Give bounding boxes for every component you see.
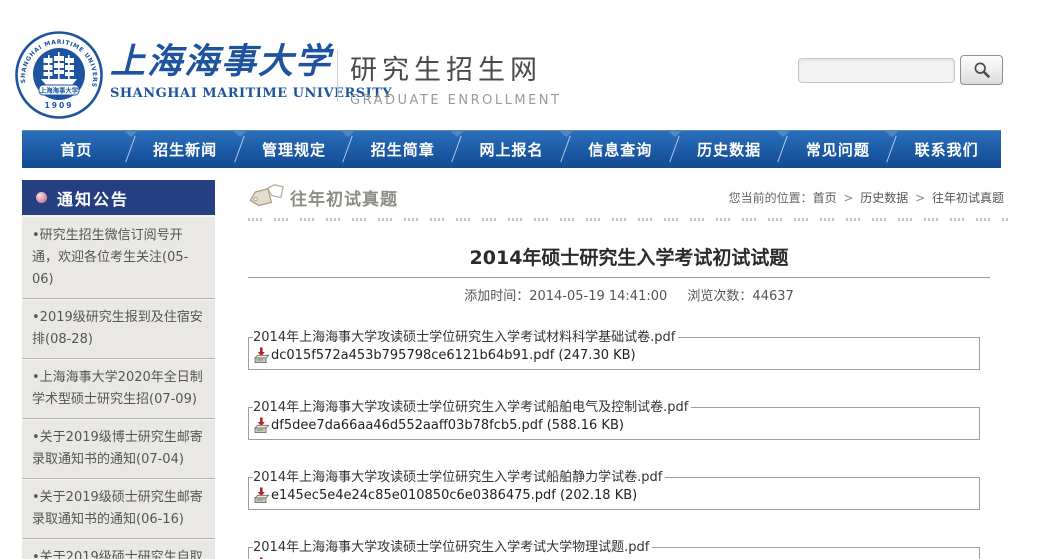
article-view-count: 浏览次数：44637 [687,289,793,304]
title-rule [248,277,990,278]
nav-item[interactable]: 信息查询 [566,130,675,168]
breadcrumb-separator [1004,191,1010,205]
site-title-cn: 研究生招生网 [350,48,561,87]
site-title-en: GRADUATE ENROLLMENT [350,93,561,108]
notice-link[interactable]: •2019级研究生报到及住宿安排(08-28) [32,310,203,347]
attachment-title: 2014年上海海事大学攻读硕士学位研究生入学考试船舶电气及控制试卷.pdf [253,400,691,415]
download-icon [253,347,270,364]
nav-item[interactable]: 常见问题 [783,130,892,168]
notice-list-item[interactable]: •上海海事大学2020年全日制学术型硕士研究生招(07-09) [22,359,215,419]
attachment-list: 2014年上海海事大学攻读硕士学位研究生入学考试材料科学基础试卷.pdf dc0… [248,330,980,559]
nav-item-label[interactable]: 管理规定 [262,139,326,160]
section-header: 往年初试真题 您当前的位置：首页 > 历史数据 > 往年初试真题 [248,184,1010,210]
attachment-file-row: dc015f572a453b795798ce6121b64b91.pdf (24… [253,347,973,364]
article-title: 2014年硕士研究生入学考试初试试题 [248,243,1010,270]
notice-list-item[interactable]: •关于2019级博士研究生邮寄录取通知书的通知(07-04) [22,419,215,479]
nav-item-label[interactable]: 网上报名 [480,139,544,160]
university-name-cn: 上海海事大学 [110,40,335,84]
nav-item[interactable]: 联系我们 [892,130,1001,168]
dashed-divider [248,218,1010,221]
attachment-box: 2014年上海海事大学攻读硕士学位研究生入学考试船舶电气及控制试卷.pdf df… [248,400,980,440]
university-name-block: 上海海事大学 SHANGHAI MARITIME UNIVERSITY [110,40,335,101]
main-content: 往年初试真题 您当前的位置：首页 > 历史数据 > 往年初试真题 2014年硕士… [248,184,1010,559]
nav-list: 首页 招生新闻 管理规定 招生简章 网上报名 信息 [22,130,1001,168]
article-meta: 添加时间：2014-05-19 14:41:00 浏览次数：44637 [248,285,1010,304]
seal-year-text: 1909 [45,101,74,110]
breadcrumb-link[interactable]: 历史数据 [860,191,908,205]
search-button[interactable] [960,55,1003,85]
tags-icon [248,184,284,210]
attachment-file-row: df5dee7da66aa46d552aaff03b78fcb5.pdf (58… [253,417,973,434]
breadcrumb-prefix: 您当前的位置： [729,191,813,205]
breadcrumb-separator: > [837,191,861,205]
notice-list-item[interactable]: •关于2019级硕士研究生自取录取通知书的通知（仅(06-14) [22,539,215,559]
download-icon [253,417,270,434]
nav-item[interactable]: 历史数据 [675,130,784,168]
site-title-block: 研究生招生网 GRADUATE ENROLLMENT [350,48,561,108]
nav-item-label[interactable]: 历史数据 [697,139,761,160]
attachment-file-link[interactable]: e145ec5e4e24c85e010850c6e0386475.pdf (20… [271,488,637,503]
nav-item[interactable]: 招生简章 [348,130,457,168]
breadcrumb-link[interactable]: 往年初试真题 [932,191,1004,205]
notice-list-item[interactable]: •关于2019级硕士研究生邮寄录取通知书的通知(06-16) [22,479,215,539]
search-input[interactable] [798,58,955,83]
download-icon [253,487,270,504]
nav-item[interactable]: 网上报名 [457,130,566,168]
sidebar-header: 通知公告 [22,180,215,215]
attachment-item: 2014年上海海事大学攻读硕士学位研究生入学考试船舶静力学试卷.pdf e145… [248,470,980,510]
header-divider [337,50,338,102]
notice-link[interactable]: •研究生招生微信订阅号开通，欢迎各位考生关注(05-06) [32,228,188,287]
nav-item[interactable]: 首页 [22,130,131,168]
attachment-title: 2014年上海海事大学攻读硕士学位研究生入学考试材料科学基础试卷.pdf [253,330,678,345]
article-added-time: 添加时间：2014-05-19 14:41:00 [464,289,667,304]
attachment-item: 2014年上海海事大学攻读硕士学位研究生入学考试材料科学基础试卷.pdf dc0… [248,330,980,370]
notice-link[interactable]: •上海海事大学2020年全日制学术型硕士研究生招(07-09) [32,370,203,407]
notice-link[interactable]: •关于2019级硕士研究生邮寄录取通知书的通知(06-16) [32,490,203,527]
seal-banner-text: 上海海事大学 [40,86,79,95]
nav-item-label[interactable]: 联系我们 [915,139,979,160]
nav-item-label[interactable]: 招生简章 [371,139,435,160]
breadcrumb-items: 首页 > 历史数据 > 往年初试真题 [813,191,1010,205]
attachment-title: 2014年上海海事大学攻读硕士学位研究生入学考试船舶静力学试卷.pdf [253,470,665,485]
attachment-box: 2014年上海海事大学攻读硕士学位研究生入学考试船舶静力学试卷.pdf e145… [248,470,980,510]
main-nav: 首页 招生新闻 管理规定 招生简章 网上报名 信息 [22,130,1001,168]
breadcrumb-item: 首页 > [813,191,861,205]
notice-list-item[interactable]: •研究生招生微信订阅号开通，欢迎各位考生关注(05-06) [22,217,215,299]
search-icon [973,61,991,79]
breadcrumb-separator: > [908,191,932,205]
attachment-box: 2014年上海海事大学攻读硕士学位研究生入学考试大学物理试题.pdf [248,540,980,559]
sidebar-notices: 通知公告 •研究生招生微信订阅号开通，欢迎各位考生关注(05-06) •2019… [22,180,215,559]
sidebar-title: 通知公告 [57,186,129,210]
notice-link[interactable]: •关于2019级博士研究生邮寄录取通知书的通知(07-04) [32,430,203,467]
header: SHANGHAI MARITIME UNIVERSITY 上海海事大学 1909… [0,0,1063,130]
nav-item-label[interactable]: 信息查询 [588,139,652,160]
notice-list-item[interactable]: •2019级研究生报到及住宿安排(08-28) [22,299,215,359]
breadcrumb-link[interactable]: 首页 [813,191,837,205]
university-name-en: SHANGHAI MARITIME UNIVERSITY [110,86,335,101]
attachment-item: 2014年上海海事大学攻读硕士学位研究生入学考试大学物理试题.pdf [248,540,980,559]
breadcrumb-item: 往年初试真题 [932,191,1010,205]
notice-list: •研究生招生微信订阅号开通，欢迎各位考生关注(05-06) •2019级研究生报… [22,215,215,559]
attachment-file-link[interactable]: dc015f572a453b795798ce6121b64b91.pdf (24… [271,348,636,363]
breadcrumb-item: 历史数据 > [860,191,932,205]
breadcrumb: 您当前的位置：首页 > 历史数据 > 往年初试真题 [729,189,1010,206]
nav-item-label[interactable]: 常见问题 [806,139,870,160]
bullet-dot-icon [36,192,47,203]
notice-link[interactable]: •关于2019级硕士研究生自取录取通知书的通知（仅(06-14) [32,550,203,559]
attachment-title: 2014年上海海事大学攻读硕士学位研究生入学考试大学物理试题.pdf [253,540,652,555]
attachment-file-row: e145ec5e4e24c85e010850c6e0386475.pdf (20… [253,487,973,504]
section-title: 往年初试真题 [290,185,398,210]
nav-item-label[interactable]: 首页 [60,139,92,160]
page: SHANGHAI MARITIME UNIVERSITY 上海海事大学 1909… [0,0,1063,559]
nav-item[interactable]: 管理规定 [240,130,349,168]
attachment-box: 2014年上海海事大学攻读硕士学位研究生入学考试材料科学基础试卷.pdf dc0… [248,330,980,370]
attachment-item: 2014年上海海事大学攻读硕士学位研究生入学考试船舶电气及控制试卷.pdf df… [248,400,980,440]
attachment-file-link[interactable]: df5dee7da66aa46d552aaff03b78fcb5.pdf (58… [271,418,624,433]
nav-item-label[interactable]: 招生新闻 [153,139,217,160]
nav-item[interactable]: 招生新闻 [131,130,240,168]
university-seal-logo: SHANGHAI MARITIME UNIVERSITY 上海海事大学 1909 [14,30,104,120]
